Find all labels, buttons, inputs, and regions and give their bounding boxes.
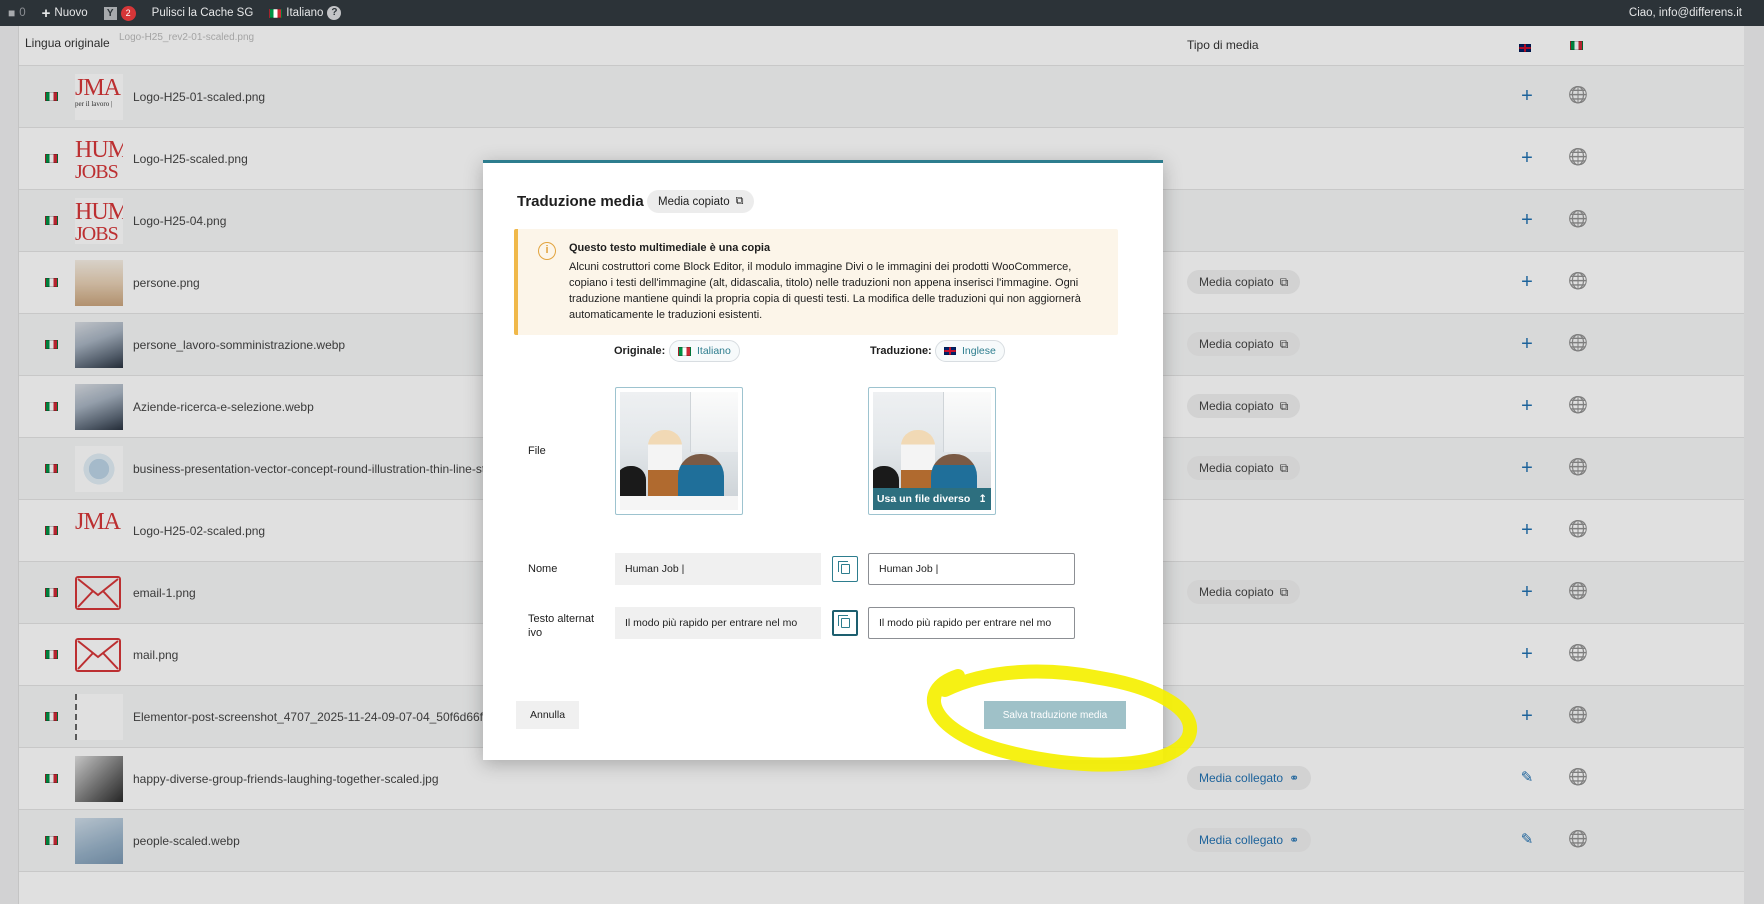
original-language: Italiano — [697, 345, 731, 357]
media-translation-dialog: Traduzione media Media copiato ⧉ i Quest… — [483, 160, 1163, 760]
new-content-menu[interactable]: + Nuovo — [34, 0, 96, 26]
translation-language-pill: Inglese — [935, 340, 1005, 362]
badge-label: Media copiato — [658, 195, 730, 208]
upload-icon: ↥ — [978, 493, 988, 505]
save-translation-button[interactable]: Salva traduzione media — [984, 701, 1126, 729]
cache-purge-menu[interactable]: Pulisci la Cache SG — [144, 0, 262, 26]
cancel-button[interactable]: Annulla — [516, 701, 580, 729]
media-copied-badge: Media copiato ⧉ — [647, 190, 755, 213]
notice-title: Questo testo multimediale è una copia — [569, 242, 771, 254]
copy-notice: i Questo testo multimediale è una copia … — [514, 229, 1118, 335]
use-different-file-button[interactable]: Usa un file diverso ↥ — [873, 488, 991, 510]
name-original-value: Human Job | — [615, 553, 821, 585]
yoast-icon: Y — [103, 6, 117, 20]
original-image-preview — [615, 387, 743, 515]
name-translation-input[interactable] — [868, 553, 1075, 585]
copy-icon: ⧉ — [735, 195, 744, 207]
office-photo — [620, 392, 738, 510]
alt-translation-input[interactable] — [868, 607, 1075, 639]
yoast-menu[interactable]: Y 2 — [96, 0, 144, 26]
new-label: Nuovo — [54, 7, 88, 19]
language-switcher[interactable]: Italiano ? — [261, 0, 349, 26]
notice-body: Alcuni costruttori come Block Editor, il… — [569, 261, 1081, 321]
translation-language: Inglese — [962, 345, 996, 357]
copy-name-button[interactable] — [832, 556, 858, 582]
use-file-label: Usa un file diverso — [876, 493, 971, 505]
admin-bar: ■ 0 + Nuovo Y 2 Pulisci la Cache SG Ital… — [0, 0, 1764, 26]
help-icon[interactable]: ? — [327, 6, 342, 20]
copy-alt-text-button[interactable] — [832, 610, 858, 636]
original-language-pill: Italiano — [669, 340, 740, 362]
file-label: File — [528, 445, 546, 457]
cache-label: Pulisci la Cache SG — [151, 7, 254, 19]
comments-count: 0 — [19, 7, 26, 19]
copy-icon — [837, 615, 850, 628]
original-label: Originale: — [614, 345, 666, 357]
italian-flag-icon — [678, 346, 691, 356]
comment-icon: ■ — [8, 6, 16, 20]
dialog-title: Traduzione media — [517, 193, 644, 210]
language-label: Italiano — [286, 7, 324, 19]
comments-menu[interactable]: ■ 0 — [0, 0, 34, 26]
italian-flag-icon — [269, 8, 283, 18]
yoast-badge: 2 — [120, 5, 136, 21]
name-label: Nome — [528, 563, 558, 575]
alt-original-value: Il modo più rapido per entrare nel mo — [615, 607, 821, 639]
translation-image-preview: Usa un file diverso ↥ — [868, 387, 996, 515]
alt-text-label: Testo alternat ivo — [528, 613, 595, 639]
plus-icon: + — [41, 4, 51, 22]
greeting: Ciao, info@differens.it — [1628, 7, 1742, 19]
translation-label: Traduzione: — [870, 345, 932, 357]
english-flag-icon — [944, 347, 956, 355]
copy-icon — [837, 561, 850, 574]
account-menu[interactable]: Ciao, info@differens.it — [1621, 0, 1764, 26]
info-icon: i — [538, 242, 556, 260]
